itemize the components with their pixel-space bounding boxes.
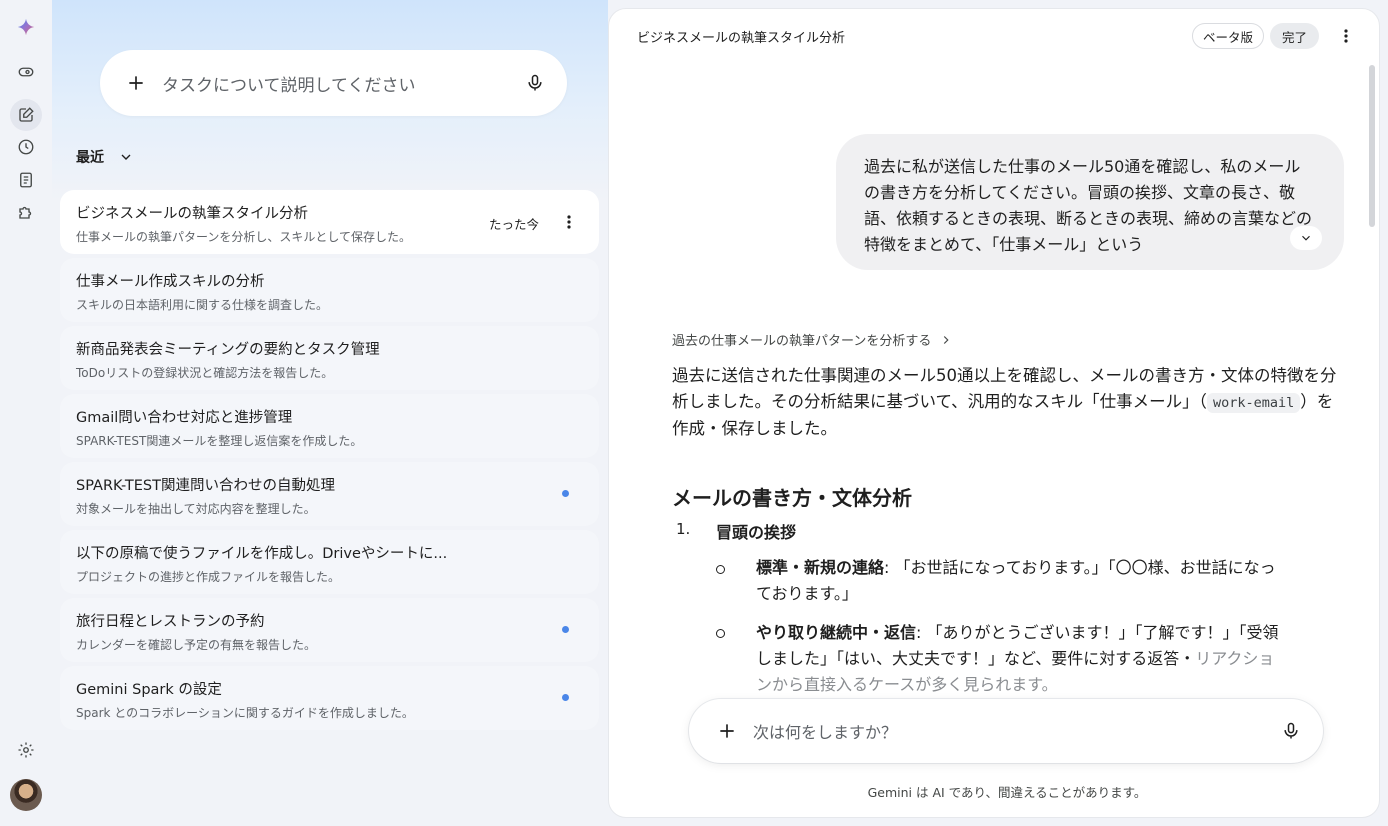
list-item[interactable]: Gmail問い合わせ対応と進捗管理 SPARK-TEST関連メールを整理し返信案… [60, 394, 599, 458]
item-title: ビジネスメールの執筆スタイル分析 [76, 206, 308, 222]
bullet-label: 標準・新規の連絡 [756, 558, 885, 577]
unread-dot [562, 626, 569, 633]
item-subtitle: カレンダーを確認し予定の有無を報告した。 [76, 638, 317, 652]
mic-icon[interactable] [1281, 721, 1301, 741]
item-title: Gmail問い合わせ対応と進捗管理 [76, 410, 293, 426]
item-subtitle: プロジェクトの進捗と作成ファイルを報告した。 [76, 570, 341, 584]
recent-label: 最近 [76, 150, 104, 166]
gear-icon[interactable] [10, 734, 42, 766]
item-subtitle: Spark とのコラボレーションに関するガイドを作成しました。 [76, 706, 414, 720]
recent-task-list: ビジネスメールの執筆スタイル分析 仕事メールの執筆パターンを分析し、スキルとして… [60, 190, 599, 734]
answer-paragraph: 過去に送信された仕事関連のメール50通以上を確認し、メールの書き方・文体の特徴を… [672, 363, 1347, 442]
item-title: 以下の原稿で使うファイルを作成し。Driveやシートに... [76, 546, 448, 562]
bullet-item: 標準・新規の連絡: 「お世話になっております。」「〇〇様、お世話になっております… [756, 555, 1286, 607]
chevron-down-icon [1302, 235, 1310, 241]
mic-icon[interactable] [525, 73, 545, 93]
list-number: 1. [676, 520, 691, 538]
item-title: 旅行日程とレストランの予約 [76, 614, 265, 630]
bullet-marker [716, 565, 725, 574]
user-avatar[interactable] [10, 779, 42, 811]
icon-rail [0, 0, 52, 826]
list-item[interactable]: Gemini Spark の設定 Spark とのコラボレーションに関するガイド… [60, 666, 599, 730]
scrollbar[interactable] [1369, 65, 1375, 227]
new-chat-icon[interactable] [10, 99, 42, 131]
bullet-marker [716, 629, 725, 638]
expand-message-button[interactable] [1290, 226, 1322, 250]
item-subtitle: ToDoリストの登録状況と確認方法を報告した。 [76, 366, 334, 380]
notes-icon[interactable] [10, 164, 42, 196]
recent-dropdown[interactable]: 最近 [76, 147, 134, 167]
item-subtitle: SPARK-TEST関連メールを整理し返信案を作成した。 [76, 434, 363, 448]
list-item[interactable]: SPARK-TEST関連問い合わせの自動処理 対象メールを抽出して対応内容を整理… [60, 462, 599, 526]
task-input-placeholder: タスクについて説明してください [162, 75, 416, 96]
conversation-title: ビジネスメールの執筆スタイル分析 [637, 31, 846, 46]
thought-process-link[interactable]: 過去の仕事メールの執筆パターンを分析する [672, 330, 953, 349]
plus-icon[interactable] [126, 73, 146, 93]
puzzle-icon[interactable] [10, 196, 42, 228]
bullet-label: やり取り継続中・返信 [756, 623, 917, 642]
gemini-logo-icon[interactable] [10, 11, 42, 43]
item-title: 仕事メール作成スキルの分析 [76, 274, 265, 290]
plus-icon[interactable] [717, 721, 737, 741]
item-subtitle: スキルの日本語利用に関する仕様を調査した。 [76, 298, 329, 312]
unread-dot [562, 694, 569, 701]
more-vert-icon[interactable] [1337, 26, 1355, 46]
item-subtitle: 対象メールを抽出して対応内容を整理した。 [76, 502, 316, 516]
chevron-right-icon [944, 335, 949, 344]
thought-label: 過去の仕事メールの執筆パターンを分析する [672, 334, 932, 349]
prompt-input[interactable]: 次は何をしますか？ [689, 699, 1323, 763]
task-panel: タスクについて説明してください 最近 ビジネスメールの執筆スタイル分析 仕事メー… [52, 0, 608, 826]
history-icon[interactable] [10, 131, 42, 163]
beta-badge[interactable]: ベータ版 [1192, 23, 1265, 49]
view-icon[interactable] [10, 56, 42, 88]
list-item[interactable]: ビジネスメールの執筆スタイル分析 仕事メールの執筆パターンを分析し、スキルとして… [60, 190, 599, 254]
section-heading: メールの書き方・文体分析 [672, 486, 912, 510]
unread-dot [562, 490, 569, 497]
list-item[interactable]: 仕事メール作成スキルの分析 スキルの日本語利用に関する仕様を調査した。 [60, 258, 599, 322]
ai-disclaimer: Gemini は AI であり、間違えることがあります。 [867, 785, 1147, 800]
user-message: 過去に私が送信した仕事のメール50通を確認し、私のメールの書き方を分析してくださ… [836, 134, 1344, 270]
skill-code-chip: work-email [1206, 393, 1301, 413]
more-vert-icon[interactable] [561, 212, 577, 232]
chevron-down-icon [121, 154, 131, 160]
list-item[interactable]: 以下の原稿で使うファイルを作成し。Driveやシートに... プロジェクトの進捗… [60, 530, 599, 594]
conversation-panel: ビジネスメールの執筆スタイル分析 ベータ版 完了 過去に私が送信した仕事のメール… [608, 8, 1380, 818]
prompt-placeholder: 次は何をしますか？ [753, 723, 898, 742]
item-title: 新商品発表会ミーティングの要約とタスク管理 [76, 342, 380, 358]
item-title: SPARK-TEST関連問い合わせの自動処理 [76, 478, 335, 494]
list-heading: 冒頭の挨拶 [716, 523, 797, 542]
bullet-item: やり取り継続中・返信: 「ありがとうございます！」「了解です！」「受領しました」… [756, 620, 1286, 698]
list-item[interactable]: 新商品発表会ミーティングの要約とタスク管理 ToDoリストの登録状況と確認方法を… [60, 326, 599, 390]
item-time: たった今 [488, 217, 539, 232]
list-item[interactable]: 旅行日程とレストランの予約 カレンダーを確認し予定の有無を報告した。 [60, 598, 599, 662]
task-input[interactable]: タスクについて説明してください [100, 50, 567, 116]
done-button[interactable]: 完了 [1270, 23, 1320, 49]
item-title: Gemini Spark の設定 [76, 682, 222, 698]
